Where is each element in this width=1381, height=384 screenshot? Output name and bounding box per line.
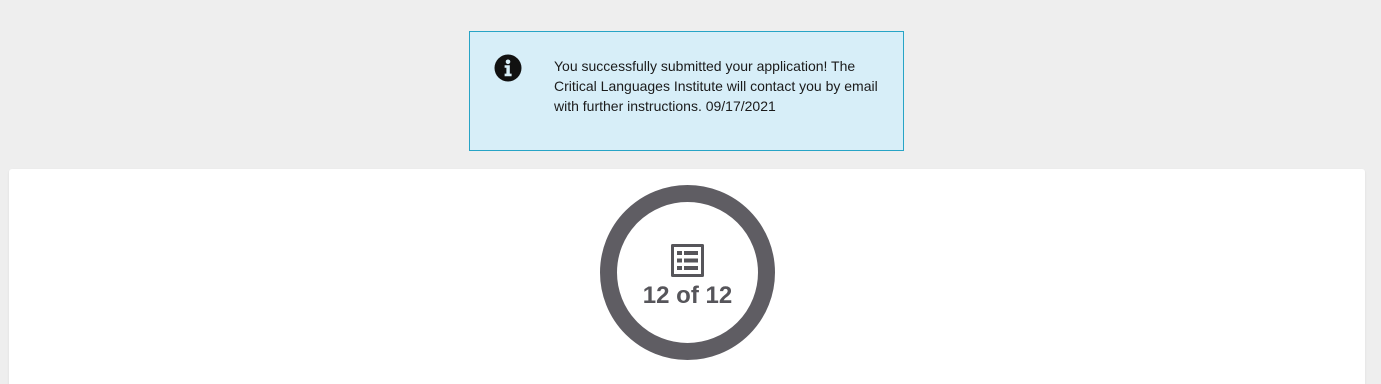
application-page: You successfully submitted your applicat… bbox=[0, 0, 1381, 384]
info-icon bbox=[494, 54, 522, 82]
success-alert: You successfully submitted your applicat… bbox=[469, 31, 904, 151]
list-icon bbox=[671, 244, 704, 277]
progress-ring: 12 of 12 bbox=[600, 185, 775, 360]
progress-card: 12 of 12 bbox=[9, 169, 1365, 384]
progress-label: 12 of 12 bbox=[642, 282, 733, 309]
alert-message: You successfully submitted your applicat… bbox=[554, 58, 878, 114]
